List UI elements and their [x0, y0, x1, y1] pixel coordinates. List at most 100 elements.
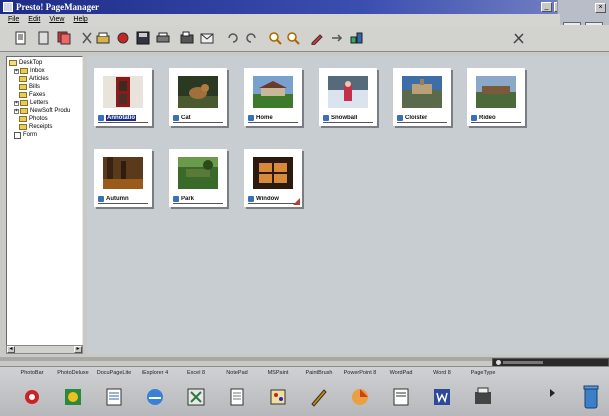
page-thumbnail[interactable]: Home: [244, 68, 302, 126]
wordpad-icon[interactable]: [390, 386, 412, 408]
fax-icon[interactable]: [180, 31, 194, 45]
label-underline: [248, 203, 298, 204]
thumbnail-label-row: Autumn: [98, 195, 148, 203]
thumbnail-label[interactable]: Home: [256, 115, 273, 121]
page-thumbnail[interactable]: Annotatio: [94, 68, 152, 126]
folder-icon: [19, 84, 27, 90]
page-thumbnail[interactable]: Cat: [169, 68, 227, 126]
app-launcher-word-8[interactable]: Word 8: [422, 370, 462, 408]
thumbnail-label[interactable]: Autumn: [106, 196, 129, 202]
tools-icon[interactable]: [512, 31, 526, 45]
rotate-right-icon[interactable]: [244, 31, 258, 45]
paintbrush-icon[interactable]: [308, 386, 330, 408]
thumbnail-label[interactable]: Park: [181, 196, 194, 202]
tree-item[interactable]: Form: [9, 131, 82, 139]
scroll-left-button[interactable]: ◂: [7, 346, 15, 353]
save-icon[interactable]: [136, 31, 150, 45]
menu-help[interactable]: Help: [73, 16, 87, 23]
tree-item[interactable]: Articles: [9, 75, 82, 83]
zoom-in-icon[interactable]: [268, 31, 282, 45]
page-thumbnail[interactable]: Autumn: [94, 149, 152, 207]
expand-icon[interactable]: +: [14, 68, 19, 74]
tree-item[interactable]: Photos: [9, 115, 82, 123]
print-icon[interactable]: [156, 31, 170, 45]
tree-item-label: NewSoft Produ: [30, 108, 71, 114]
app-launcher-iexplorer-4[interactable]: iExplorer 4: [135, 370, 175, 408]
app-launcher-pagetype[interactable]: PageType: [463, 370, 503, 408]
rotate-left-icon[interactable]: [226, 31, 240, 45]
slider-knob[interactable]: [496, 360, 501, 365]
app-label: PhotoDeluxe: [57, 370, 89, 376]
arrow-icon[interactable]: [330, 31, 344, 45]
app-launcher-wordpad[interactable]: WordPad: [381, 370, 421, 408]
tree-item[interactable]: DeskTop: [9, 59, 82, 67]
scan-to-folder-icon[interactable]: [96, 31, 110, 45]
excel-icon[interactable]: [185, 386, 207, 408]
thumbnail-label[interactable]: Annotatio: [106, 115, 136, 121]
tree-item[interactable]: + Inbox: [9, 67, 82, 75]
document-icon: [98, 196, 104, 202]
menu-edit[interactable]: Edit: [28, 16, 40, 23]
page-thumbnail[interactable]: Window: [244, 149, 302, 207]
cut-icon[interactable]: [80, 31, 94, 45]
menu-view[interactable]: View: [49, 16, 64, 23]
close-button[interactable]: ×: [595, 3, 606, 13]
thumbnail-label-row: Park: [173, 195, 223, 203]
page-view-icon[interactable]: [37, 31, 51, 45]
tree-item-label: Form: [23, 132, 37, 138]
tree-horizontal-scrollbar[interactable]: ◂ ▸: [6, 345, 83, 354]
ie-icon[interactable]: [144, 386, 166, 408]
notepad-icon[interactable]: [226, 386, 248, 408]
tree-item[interactable]: + NewSoft Produ: [9, 107, 82, 115]
expand-icon[interactable]: +: [14, 100, 19, 106]
page-thumbnail[interactable]: Snowball: [319, 68, 377, 126]
tree-item[interactable]: Faxes: [9, 91, 82, 99]
toolbar: [0, 25, 609, 52]
expand-icon[interactable]: +: [14, 108, 19, 114]
thumbnail-label[interactable]: Snowball: [331, 115, 357, 121]
thumbnail-label[interactable]: Rideo: [479, 115, 496, 121]
menu-file[interactable]: File: [8, 16, 19, 23]
scroll-right-button[interactable]: ▸: [74, 346, 82, 353]
app-launcher-photobar[interactable]: PhotoBar: [12, 370, 52, 408]
app-launcher-excel-8[interactable]: Excel 8: [176, 370, 216, 408]
tree-item[interactable]: Bills: [9, 83, 82, 91]
stamp-icon[interactable]: [116, 31, 130, 45]
thumbnail-label[interactable]: Cat: [181, 115, 191, 121]
docupage-icon[interactable]: [103, 386, 125, 408]
word-icon[interactable]: [431, 386, 453, 408]
stack-pages-icon[interactable]: [350, 31, 364, 45]
tree-item[interactable]: + Letters: [9, 99, 82, 107]
page-thumbnail[interactable]: Rideo: [467, 68, 525, 126]
tree-item[interactable]: Receipts: [9, 123, 82, 131]
photo-icon[interactable]: [21, 386, 43, 408]
thumbnail-label[interactable]: Window: [256, 196, 279, 202]
mail-icon[interactable]: [200, 31, 214, 45]
app-bar-next-arrow[interactable]: [550, 389, 555, 397]
stack-icon[interactable]: [57, 31, 71, 45]
thumbnail-image: [402, 76, 442, 108]
app-launcher-photodeluxe[interactable]: PhotoDeluxe: [53, 370, 93, 408]
app-launcher-paintbrush[interactable]: PaintBrush: [299, 370, 339, 408]
edit-icon[interactable]: [310, 31, 324, 46]
app-label: PhotoBar: [20, 370, 44, 376]
minimize-button[interactable]: _: [541, 2, 552, 12]
page-thumbnail[interactable]: Cloister: [393, 68, 451, 126]
mspaint-icon[interactable]: [267, 386, 289, 408]
photodeluxe-icon[interactable]: [62, 386, 84, 408]
zoom-out-icon[interactable]: [286, 31, 300, 45]
app-launcher-mspaint[interactable]: MSPaint: [258, 370, 298, 408]
app-icon: [3, 2, 13, 12]
window-title: Presto! PageManager: [16, 2, 100, 12]
app-launcher-docupagelite[interactable]: DocuPageLite: [94, 370, 134, 408]
page-thumbnail[interactable]: Park: [169, 149, 227, 207]
recycle-bin-icon[interactable]: [583, 385, 599, 409]
new-page-icon[interactable]: [14, 31, 28, 45]
document-icon: [173, 115, 179, 121]
app-launcher-notepad[interactable]: NotePad: [217, 370, 257, 408]
powerpoint-icon[interactable]: [349, 386, 371, 408]
thumbnail-label[interactable]: Cloister: [405, 115, 427, 121]
pagetype-icon[interactable]: [472, 386, 494, 408]
slider-track[interactable]: [503, 361, 543, 364]
app-launcher-powerpoint-8[interactable]: PowerPoint 8: [340, 370, 380, 408]
